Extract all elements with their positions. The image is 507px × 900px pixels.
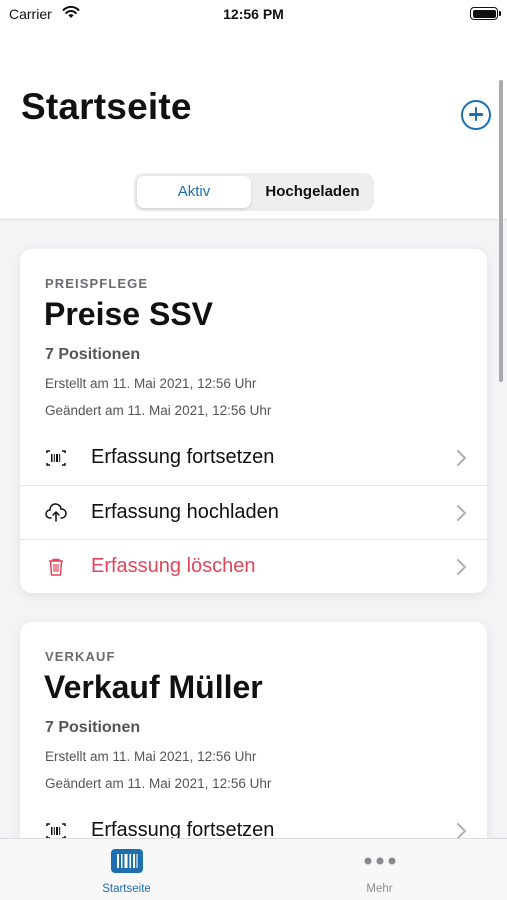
navigation-header: Startseite Aktiv Hochgeladen <box>0 28 507 220</box>
page-title: Startseite <box>21 86 192 127</box>
cloud-upload-icon <box>45 503 67 522</box>
tab-bar: Startseite Mehr <box>0 838 507 900</box>
segment-aktiv[interactable]: Aktiv <box>137 176 251 208</box>
tab-startseite[interactable]: Startseite <box>0 839 253 900</box>
delete-capture-label: Erfassung löschen <box>91 555 256 577</box>
card-title: Verkauf Müller <box>44 669 263 705</box>
upload-capture-label: Erfassung hochladen <box>91 501 279 523</box>
segmented-control: Aktiv Hochgeladen <box>134 173 374 211</box>
card-title: Preise SSV <box>44 296 213 332</box>
more-dots-icon <box>364 857 396 865</box>
status-bar: Carrier 12:56 PM <box>0 0 507 28</box>
tab-label: Startseite <box>102 883 151 895</box>
chevron-right-icon <box>457 505 466 521</box>
card-position-count: 7 Positionen <box>45 346 141 363</box>
status-time: 12:56 PM <box>223 6 284 22</box>
card-position-count: 7 Positionen <box>45 719 141 736</box>
continue-capture-label: Erfassung fortsetzen <box>91 446 275 468</box>
trash-icon <box>49 558 63 576</box>
card-changed-date: Geändert am 11. Mai 2021, 12:56 Uhr <box>45 776 272 791</box>
card-created-date: Erstellt am 11. Mai 2021, 12:56 Uhr <box>45 749 257 764</box>
scrollbar[interactable] <box>499 80 503 382</box>
chevron-right-icon <box>457 559 466 575</box>
barcode-tab-icon <box>111 849 143 873</box>
battery-icon <box>470 7 501 20</box>
tab-label: Mehr <box>366 883 393 895</box>
upload-capture-row[interactable]: Erfassung hochladen <box>20 485 487 539</box>
entry-card: VERKAUF Verkauf Müller 7 Positionen Erst… <box>20 622 487 862</box>
add-button[interactable] <box>461 100 491 130</box>
card-category: VERKAUF <box>45 649 116 664</box>
delete-capture-row[interactable]: Erfassung löschen <box>20 539 487 593</box>
chevron-right-icon <box>457 450 466 466</box>
entry-card: PREISPFLEGE Preise SSV 7 Positionen Erst… <box>20 249 487 593</box>
tab-mehr[interactable]: Mehr <box>253 839 506 900</box>
card-created-date: Erstellt am 11. Mai 2021, 12:56 Uhr <box>45 376 257 391</box>
card-category: PREISPFLEGE <box>45 276 149 291</box>
segment-hochgeladen[interactable]: Hochgeladen <box>254 176 371 208</box>
card-changed-date: Geändert am 11. Mai 2021, 12:56 Uhr <box>45 403 272 418</box>
barcode-icon <box>46 450 66 466</box>
continue-capture-row[interactable]: Erfassung fortsetzen <box>20 431 487 485</box>
